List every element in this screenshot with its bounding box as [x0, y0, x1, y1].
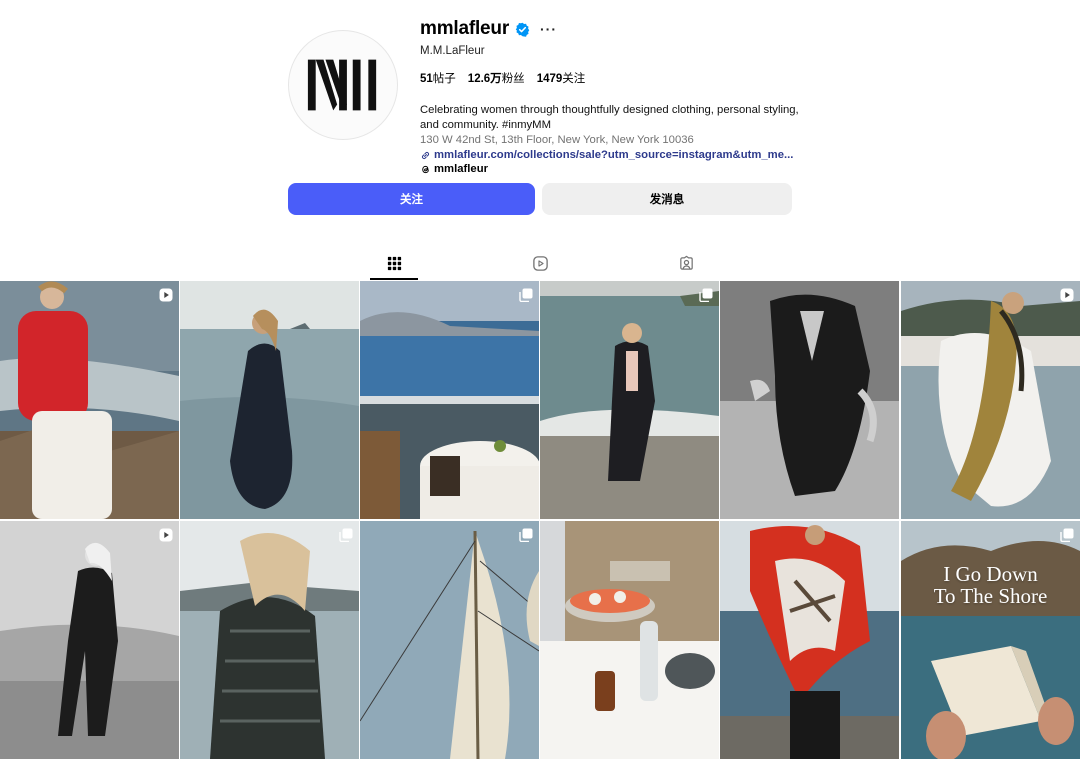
- post-tile-12[interactable]: I Go Down To The Shore: [901, 521, 1080, 759]
- post-image: [720, 521, 899, 759]
- profile-tabs: [0, 248, 1080, 280]
- post-image: [901, 521, 1080, 759]
- post-tile-10[interactable]: [540, 521, 719, 759]
- threads-link[interactable]: mmlafleur: [420, 162, 820, 176]
- post-tile-4[interactable]: [540, 281, 719, 519]
- post-image: [180, 521, 359, 759]
- post-tile-2[interactable]: [180, 281, 359, 519]
- post-caption-line-2: To The Shore: [933, 584, 1048, 608]
- post-image: [180, 281, 359, 519]
- post-image: [0, 521, 179, 759]
- post-image: [0, 281, 179, 519]
- posts-grid: I Go Down To The Shore: [0, 281, 1080, 760]
- post-tile-8[interactable]: [180, 521, 359, 759]
- post-image: [360, 521, 539, 759]
- post-tile-9[interactable]: [360, 521, 539, 759]
- post-image: [720, 281, 899, 519]
- post-image: [540, 521, 719, 759]
- reels-icon: [532, 256, 548, 271]
- tagged-icon: [679, 255, 693, 270]
- reel-icon: [1060, 288, 1074, 302]
- message-button[interactable]: 发消息: [542, 183, 792, 215]
- profile-link-text[interactable]: mmlafleur.com/collections/sale?utm_sourc…: [434, 148, 793, 162]
- tab-reels[interactable]: [516, 248, 564, 280]
- post-tile-7[interactable]: [0, 521, 179, 759]
- profile-header: mmlafleur ··· M.M.LaFleur 51帖子 12.6万粉丝 1…: [0, 0, 1080, 280]
- post-tile-1[interactable]: [0, 281, 179, 519]
- profile-bio: Celebrating women through thoughtfully d…: [420, 104, 799, 131]
- post-image: [540, 281, 719, 519]
- posts-stat: 51帖子: [420, 73, 456, 85]
- tab-posts[interactable]: [370, 248, 418, 280]
- mm-logo-icon: [307, 59, 377, 111]
- post-tile-3[interactable]: [360, 281, 539, 519]
- link-icon: [421, 151, 430, 159]
- follow-button[interactable]: 关注: [288, 183, 535, 215]
- profile-stats: 51帖子 12.6万粉丝 1479关注: [420, 70, 820, 86]
- profile-address: 130 W 42nd St, 13th Floor, New York, New…: [420, 134, 694, 146]
- post-image: [901, 281, 1080, 519]
- verified-badge-icon: [515, 22, 530, 37]
- post-tile-6[interactable]: [901, 281, 1080, 519]
- post-tile-11[interactable]: [720, 521, 899, 759]
- post-caption-line-1: I Go Down: [943, 562, 1038, 586]
- following-stat[interactable]: 1479关注: [537, 70, 586, 86]
- post-image: [360, 281, 539, 519]
- profile-link[interactable]: mmlafleur.com/collections/sale?utm_sourc…: [420, 148, 820, 162]
- threads-handle[interactable]: mmlafleur: [434, 162, 488, 176]
- post-tile-5[interactable]: [720, 281, 899, 519]
- carousel-icon: [699, 288, 713, 302]
- carousel-icon: [339, 528, 353, 542]
- profile-avatar[interactable]: [288, 30, 398, 140]
- more-options-icon[interactable]: ···: [540, 21, 557, 37]
- full-name: M.M.LaFleur: [420, 45, 485, 57]
- reel-icon: [159, 288, 173, 302]
- grid-icon: [387, 256, 401, 271]
- threads-icon: [422, 165, 429, 173]
- carousel-icon: [519, 288, 533, 302]
- carousel-icon: [1060, 528, 1074, 542]
- tab-tagged[interactable]: [662, 248, 710, 280]
- reel-icon: [159, 528, 173, 542]
- followers-stat[interactable]: 12.6万粉丝: [468, 70, 525, 86]
- username[interactable]: mmlafleur: [420, 18, 509, 40]
- carousel-icon: [519, 528, 533, 542]
